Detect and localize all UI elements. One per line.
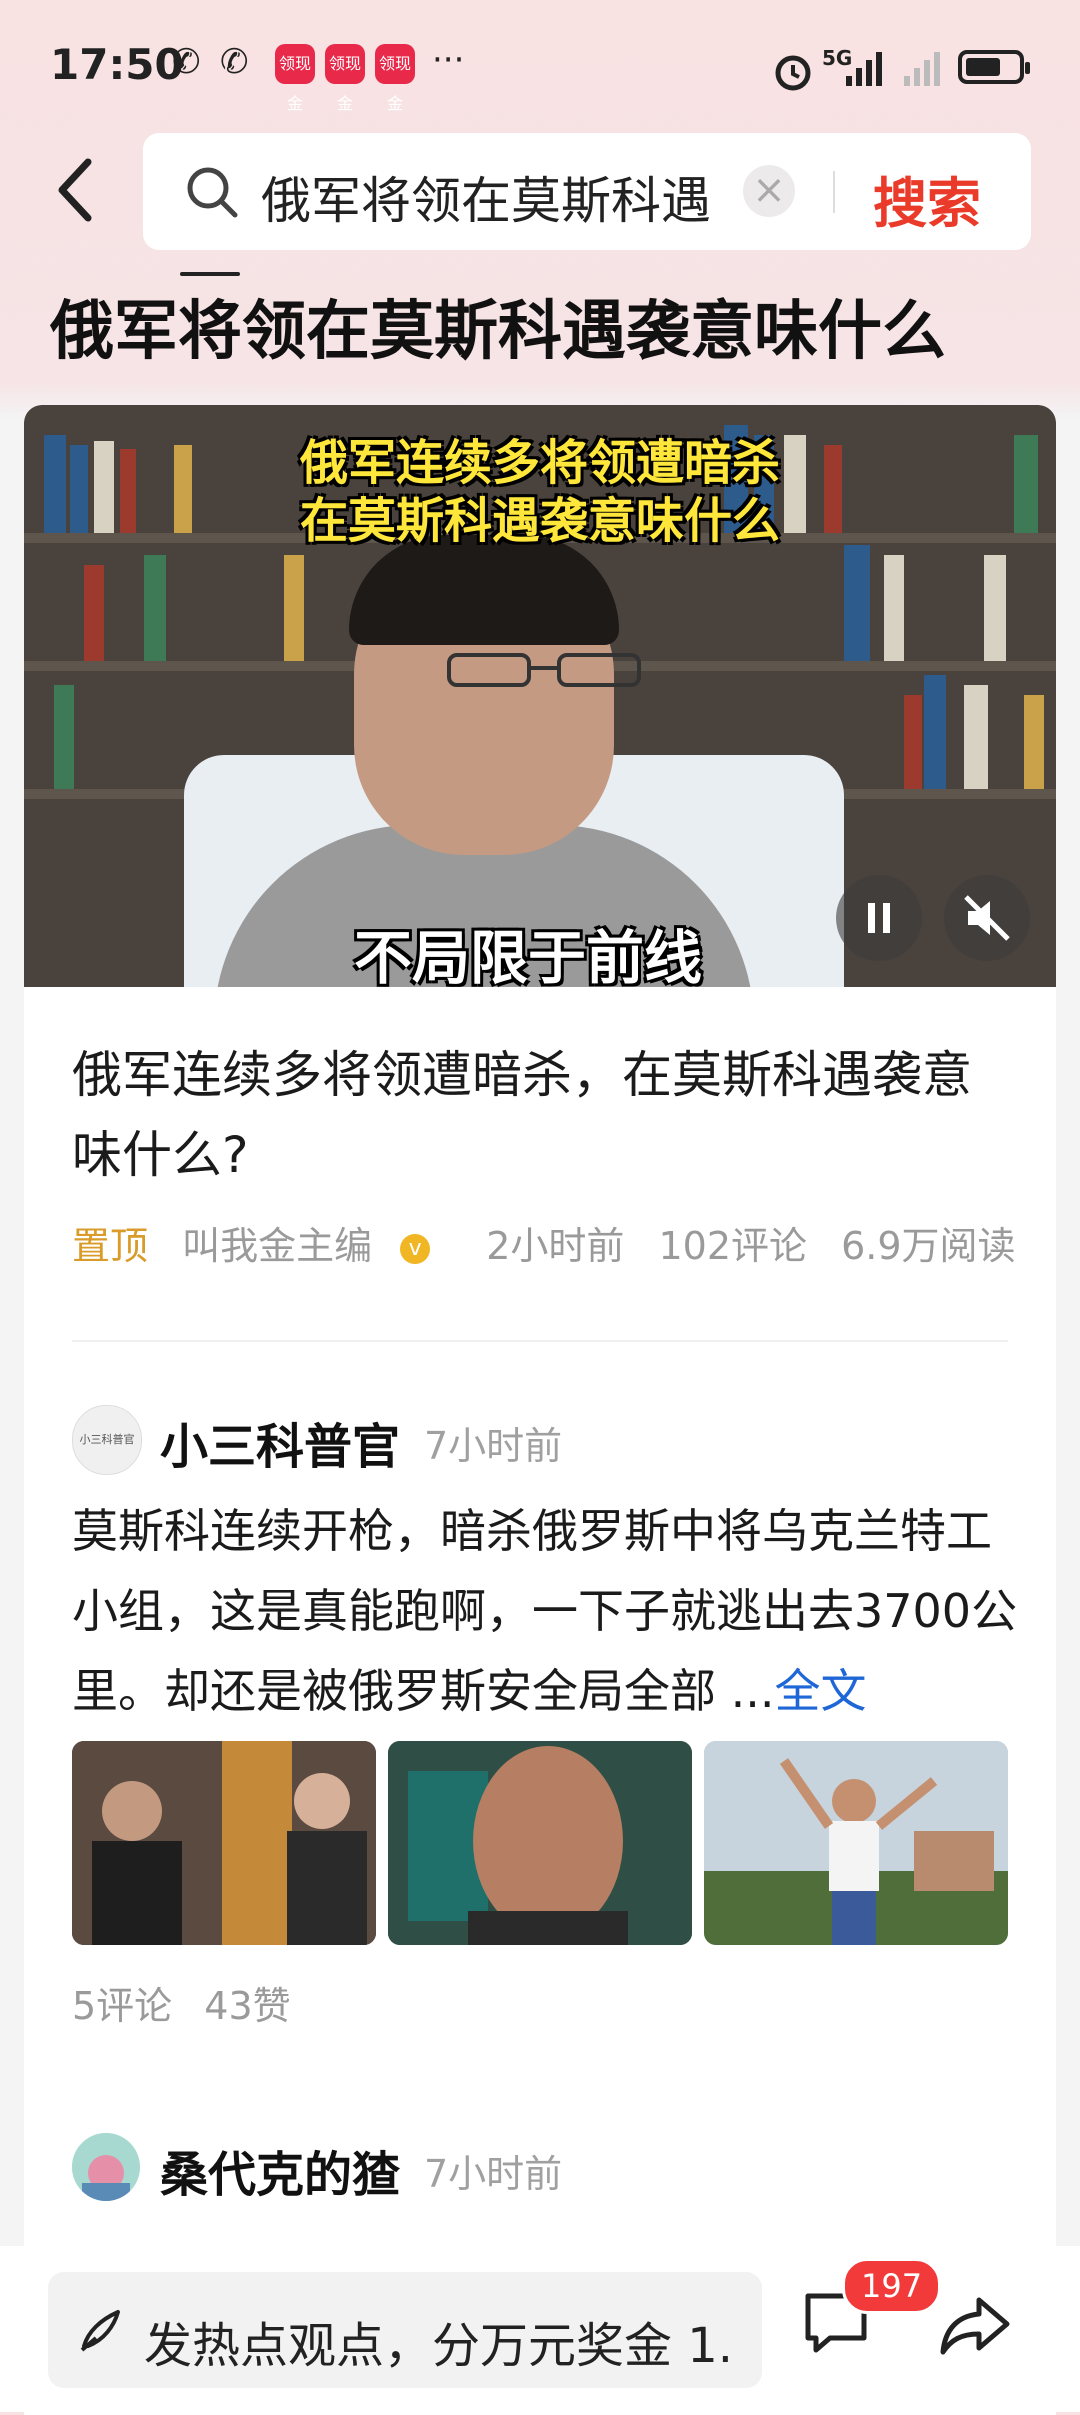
video-time: 2小时前 xyxy=(486,1224,625,1268)
pause-button[interactable] xyxy=(836,875,922,961)
post-image-content xyxy=(704,1741,1008,1945)
pinned-label: 置顶 xyxy=(72,1224,149,1268)
mute-button[interactable] xyxy=(944,875,1030,961)
back-arrow-icon[interactable] xyxy=(40,150,120,230)
video-player[interactable]: 俄军连续多将领遭暗杀 在莫斯科遇袭意味什么 不局限于前线 xyxy=(24,405,1056,987)
comment-count-badge: 197 xyxy=(842,2258,942,2314)
post-text[interactable]: 莫斯科连续开枪，暗杀俄罗斯中将乌克兰特工小组，这是真能跑啊，一下子就逃出去370… xyxy=(72,1491,1022,1731)
pen-icon xyxy=(80,2310,120,2352)
video-overlay-title-line2: 在莫斯科遇袭意味什么 xyxy=(299,493,780,549)
clear-search-button[interactable]: × xyxy=(743,165,795,217)
post-time: 7小时前 xyxy=(424,2152,563,2196)
search-button[interactable]: 搜索 xyxy=(873,159,981,238)
share-icon[interactable] xyxy=(935,2286,1015,2366)
status-bar: 17:50 ✆ ✆ 领现金 领现金 领现金 ··· 5G xyxy=(0,0,1080,135)
video-comments: 102评论 xyxy=(658,1224,808,1268)
bottom-bar: 发热点观点，分万元奖金 1... 197 xyxy=(0,2246,1080,2412)
post-image[interactable] xyxy=(72,1741,376,1945)
video-author[interactable]: 叫我金主编 v xyxy=(182,1224,452,1268)
missed-call-icon: ✆ xyxy=(220,42,249,82)
post-time: 7小时前 xyxy=(424,1424,563,1468)
video-subtitle: 不局限于前线 xyxy=(354,924,703,987)
post-comments[interactable]: 5评论 xyxy=(72,1984,172,2028)
search-input[interactable]: 俄军将领在莫斯科遇 xyxy=(261,161,891,233)
post-likes[interactable]: 43赞 xyxy=(204,1984,290,2028)
presenter-hair xyxy=(349,535,619,645)
app-notification-icon: 领现金 xyxy=(275,44,315,113)
avatar[interactable]: 小三科普官 xyxy=(72,1405,142,1475)
video-reads: 6.9万阅读 xyxy=(841,1224,1016,1268)
status-time: 17:50 xyxy=(50,40,184,89)
page-title: 俄军将领在莫斯科遇袭意味什么 xyxy=(50,295,946,369)
more-notifications-icon: ··· xyxy=(432,40,465,80)
signal-icon-2 xyxy=(904,52,940,86)
pause-icon xyxy=(868,903,890,933)
search-divider xyxy=(833,171,835,213)
results-card: 俄军连续多将领遭暗杀 在莫斯科遇袭意味什么 不局限于前线 俄军连续多将领遭暗杀，… xyxy=(24,405,1056,2415)
post-image[interactable] xyxy=(388,1741,692,1945)
video-meta: 置顶 叫我金主编 v 2小时前 102评论 6.9万阅读 xyxy=(72,1215,1038,1270)
post-author[interactable]: 小三科普官 xyxy=(160,1407,400,1477)
comment-placeholder: 发热点观点，分万元奖金 1... xyxy=(144,2318,734,2374)
post-author[interactable]: 桑代克的猹 xyxy=(160,2135,400,2205)
post-image-content xyxy=(388,1741,692,1945)
glasses xyxy=(447,653,641,687)
read-more-link[interactable]: 全文 xyxy=(775,1664,867,1718)
battery-icon xyxy=(958,50,1030,84)
app-notification-icon: 领现金 xyxy=(375,44,415,113)
post-stats: 5评论 43赞 xyxy=(72,1975,291,2030)
search-bar[interactable]: 俄军将领在莫斯科遇 × 搜索 xyxy=(143,133,1031,250)
title-underline xyxy=(180,272,240,276)
alarm-icon xyxy=(775,55,811,91)
divider xyxy=(72,1340,1008,1342)
avatar-image xyxy=(72,2133,140,2201)
search-icon xyxy=(187,167,238,218)
verified-icon: v xyxy=(400,1233,431,1264)
signal-icon xyxy=(846,52,882,86)
video-title[interactable]: 俄军连续多将领遭暗杀，在莫斯科遇袭意味什么? xyxy=(72,1035,1012,1195)
avatar[interactable] xyxy=(72,2133,140,2201)
post-image[interactable] xyxy=(704,1741,1008,1945)
muted-speaker-icon xyxy=(964,895,1010,941)
app-notification-icon: 领现金 xyxy=(325,44,365,113)
comment-input[interactable]: 发热点观点，分万元奖金 1... xyxy=(48,2272,762,2388)
missed-call-icon: ✆ xyxy=(172,42,201,82)
post-image-content xyxy=(72,1741,376,1945)
